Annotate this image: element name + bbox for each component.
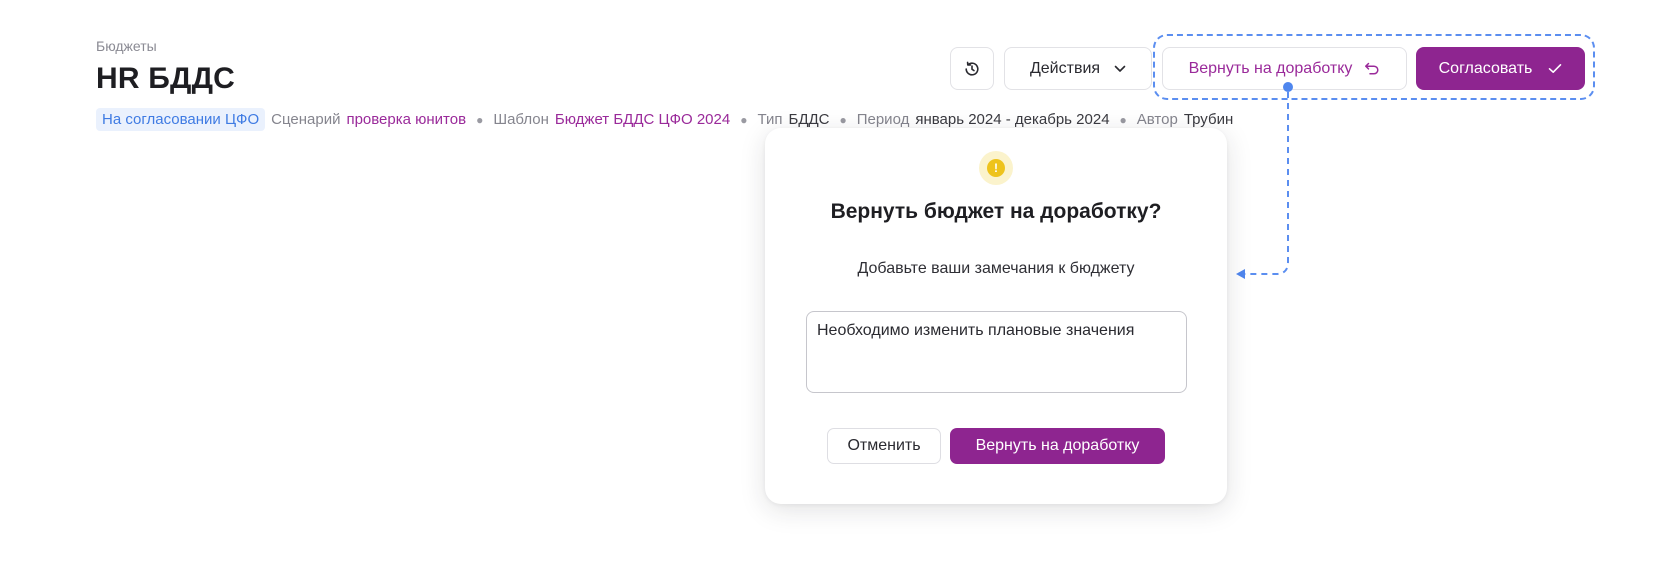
template-label: Шаблон xyxy=(493,111,549,128)
status-badge: На согласовании ЦФО xyxy=(96,108,266,131)
approve-label: Согласовать xyxy=(1438,59,1533,77)
return-label: Вернуть на доработку xyxy=(1188,59,1353,77)
period-label: Период xyxy=(856,111,910,128)
cancel-button[interactable]: Отменить xyxy=(827,428,941,464)
check-icon xyxy=(1549,64,1562,73)
connector-line xyxy=(1236,92,1289,275)
warning-icon-glyph: ! xyxy=(987,159,1005,177)
chevron-down-icon xyxy=(1114,65,1126,72)
modal-title: Вернуть бюджет на доработку? xyxy=(830,200,1162,223)
confirm-return-button[interactable]: Вернуть на доработку xyxy=(950,428,1165,464)
separator-dot: ● xyxy=(839,112,847,127)
type-value: БДДС xyxy=(788,111,830,128)
scenario-link[interactable]: проверка юнитов xyxy=(346,111,466,128)
approve-button[interactable]: Согласовать xyxy=(1416,47,1585,90)
author-label: Автор xyxy=(1136,111,1178,128)
return-modal: ! Вернуть бюджет на доработку? Добавьте … xyxy=(765,128,1227,504)
separator-dot: ● xyxy=(740,112,748,127)
separator-dot: ● xyxy=(476,112,484,127)
comment-textarea[interactable]: Необходимо изменить плановые значения xyxy=(806,311,1187,393)
scenario-label: Сценарий xyxy=(271,111,341,128)
template-link[interactable]: Бюджет БДДС ЦФО 2024 xyxy=(555,111,730,128)
warning-icon: ! xyxy=(979,151,1013,185)
author-value: Трубин xyxy=(1183,111,1234,128)
period-value: январь 2024 - декабрь 2024 xyxy=(915,111,1110,128)
breadcrumb[interactable]: Бюджеты xyxy=(96,38,157,54)
actions-label: Действия xyxy=(1029,59,1101,77)
page-title: HR БДДС xyxy=(96,62,236,95)
type-label: Тип xyxy=(757,111,783,128)
separator-dot: ● xyxy=(1119,112,1127,127)
page: Бюджеты HR БДДС На согласовании ЦФО Сцен… xyxy=(0,0,1680,565)
undo-icon xyxy=(1365,62,1379,75)
return-for-revision-button[interactable]: Вернуть на доработку xyxy=(1162,47,1407,90)
history-icon xyxy=(965,61,979,76)
connector-arrowhead xyxy=(1236,269,1245,279)
actions-dropdown[interactable]: Действия xyxy=(1004,47,1152,90)
history-button[interactable] xyxy=(950,47,994,90)
modal-subtitle: Добавьте ваши замечания к бюджету xyxy=(857,260,1135,277)
